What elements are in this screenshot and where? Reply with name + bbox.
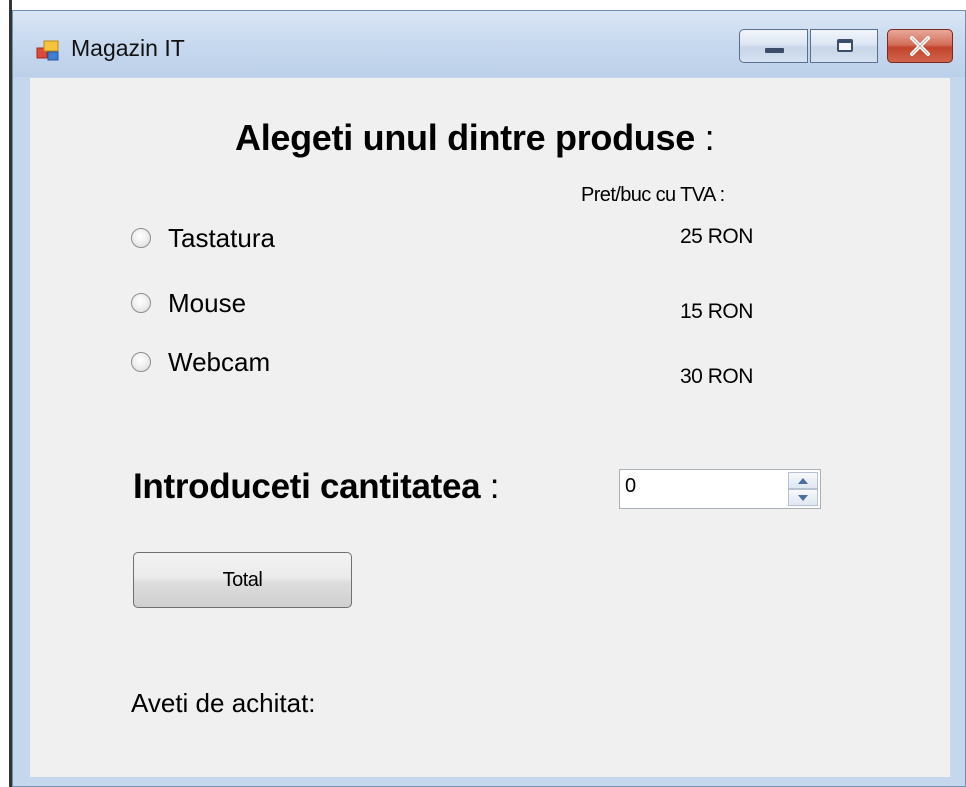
close-button[interactable]: [887, 29, 953, 63]
quantity-input[interactable]: [625, 475, 775, 498]
radio-button-icon[interactable]: [131, 228, 151, 248]
radio-mouse[interactable]: Mouse: [131, 286, 246, 320]
price-tastatura: 25 RON: [680, 225, 753, 248]
minimize-button[interactable]: [739, 29, 808, 63]
close-icon: [888, 30, 952, 62]
maximize-button[interactable]: [810, 29, 878, 63]
radio-tastatura[interactable]: Tastatura: [131, 221, 275, 255]
form-client-area: Alegeti unul dintre produse : Pret/buc c…: [30, 78, 950, 777]
spin-up-button[interactable]: [788, 472, 818, 489]
window-title: Magazin IT: [71, 35, 185, 61]
radio-button-icon[interactable]: [131, 352, 151, 372]
radio-webcam[interactable]: Webcam: [131, 345, 270, 379]
quantity-label: Introduceti cantitatea :: [133, 467, 500, 507]
heading-text: Alegeti unul dintre produse: [235, 117, 695, 158]
price-webcam: 30 RON: [680, 365, 753, 388]
quantity-colon: :: [489, 467, 500, 506]
app-window: Magazin IT Alegeti unul dintre produse :…: [12, 10, 966, 787]
radio-label-tastatura: Tastatura: [168, 222, 275, 253]
radio-label-mouse: Mouse: [168, 287, 247, 318]
price-header: Pret/buc cu TVA :: [581, 184, 725, 206]
total-button[interactable]: Total: [133, 552, 352, 608]
spin-down-button[interactable]: [788, 489, 818, 506]
product-heading: Alegeti unul dintre produse :: [235, 117, 715, 159]
minimize-icon: [765, 48, 784, 53]
radio-label-webcam: Webcam: [168, 346, 271, 377]
arrow-up-icon: [798, 477, 808, 484]
spin-buttons: [788, 472, 818, 506]
payable-label: Aveti de achitat:: [131, 688, 316, 718]
form-window-icon: [36, 38, 60, 62]
title-bar[interactable]: Magazin IT: [13, 11, 965, 77]
quantity-label-text: Introduceti cantitatea: [133, 467, 481, 506]
arrow-down-icon: [798, 494, 808, 501]
radio-button-icon[interactable]: [131, 293, 151, 313]
quantity-stepper[interactable]: [619, 469, 821, 509]
maximize-icon: [837, 39, 853, 52]
heading-colon: :: [704, 117, 715, 158]
price-mouse: 15 RON: [680, 300, 753, 323]
